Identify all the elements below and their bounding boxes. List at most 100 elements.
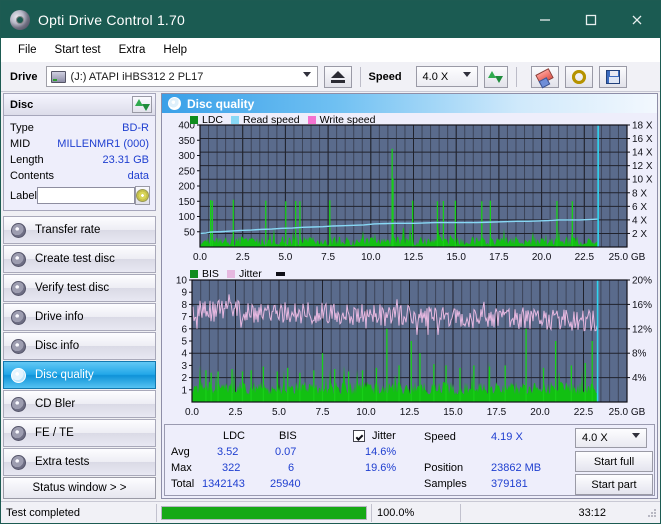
maximize-icon[interactable] <box>568 1 614 38</box>
legend-label-ldc: LDC <box>202 114 224 126</box>
svg-text:10.0: 10.0 <box>356 407 376 418</box>
stats-panel: LDC BIS Jitter Avg 3.52 0.07 14.6% Max 3… <box>164 424 655 496</box>
sidebar-item-verify-test-disc[interactable]: Verify test disc <box>3 274 156 302</box>
tools-button[interactable] <box>564 65 593 88</box>
svg-text:5: 5 <box>181 337 187 348</box>
svg-text:10 X: 10 X <box>632 175 653 186</box>
svg-text:7: 7 <box>181 312 187 323</box>
sidebar-item-label: Create test disc <box>35 253 115 265</box>
legend-swatch-jitter <box>226 270 235 278</box>
svg-text:2 X: 2 X <box>632 229 647 240</box>
stats-bis-max: 6 <box>288 462 295 474</box>
minimize-icon[interactable] <box>522 1 568 38</box>
svg-text:350: 350 <box>178 136 195 147</box>
disc-label-input[interactable] <box>36 187 135 204</box>
sidebar-item-disc-info[interactable]: Disc info <box>3 332 156 360</box>
chevron-down-icon <box>462 72 471 77</box>
svg-text:200: 200 <box>178 182 195 193</box>
sidebar-item-label: Disc info <box>35 340 80 352</box>
stats-position-value: 23862 MB <box>491 462 542 474</box>
disc-icon <box>168 97 181 110</box>
svg-text:5.0: 5.0 <box>278 252 292 263</box>
svg-text:4: 4 <box>181 349 187 360</box>
eject-bar <box>330 79 345 83</box>
svg-text:6 X: 6 X <box>632 202 647 213</box>
sidebar-item-cd-bler[interactable]: CD Bler <box>3 390 156 418</box>
sidebar-item-create-test-disc[interactable]: Create test disc <box>3 245 156 273</box>
jitter-checkbox[interactable] <box>353 430 365 442</box>
erase-button[interactable] <box>530 65 559 88</box>
legend-label-jitter: Jitter <box>238 268 262 280</box>
disc-value: 23.31 GB <box>102 154 149 166</box>
status-bar: Test completed 100.0% 33:12 <box>1 501 660 523</box>
stats-ldc-max: 322 <box>222 462 241 474</box>
sidebar-item-label: FE / TE <box>35 427 74 439</box>
start-part-button[interactable]: Start part <box>575 474 653 495</box>
svg-text:50: 50 <box>184 227 196 238</box>
app-disc-icon <box>10 9 30 30</box>
resize-grip[interactable] <box>647 508 657 518</box>
sidebar-item-extra-tests[interactable]: Extra tests <box>3 448 156 476</box>
svg-text:20.0: 20.0 <box>530 407 550 418</box>
sidebar-item-label: Drive info <box>35 311 84 323</box>
svg-text:16 X: 16 X <box>632 134 653 145</box>
svg-text:8%: 8% <box>632 349 647 360</box>
status-window-button[interactable]: Status window > > <box>3 477 156 499</box>
sidebar-item-disc-quality[interactable]: Disc quality <box>3 361 156 389</box>
stats-ldc-avg: 3.52 <box>217 446 239 458</box>
disc-icon <box>11 367 26 383</box>
chevron-down-icon <box>302 72 311 77</box>
svg-text:12.5: 12.5 <box>404 252 424 263</box>
close-icon[interactable] <box>614 1 660 38</box>
speed-select-value: 4.0 X <box>422 70 449 83</box>
disc-row-length: Length 23.31 GB <box>10 152 149 168</box>
refresh-speed-button[interactable] <box>483 65 508 88</box>
svg-text:25.0 GB: 25.0 GB <box>609 252 646 263</box>
disc-label-apply-button[interactable] <box>134 186 150 205</box>
disc-row-type: Type BD-R <box>10 120 149 136</box>
start-full-button[interactable]: Start full <box>575 451 653 472</box>
left-panel: Disc Type BD-R MID MILLENMR1 (000) Lengt… <box>3 93 156 499</box>
sidebar-item-drive-info[interactable]: Drive info <box>3 303 156 331</box>
svg-text:20.0: 20.0 <box>532 252 552 263</box>
progress-percent: 100.0% <box>377 506 415 519</box>
svg-text:3: 3 <box>181 361 187 372</box>
svg-text:16%: 16% <box>632 300 652 311</box>
disc-row-contents: Contents data <box>10 168 149 184</box>
disc-row-mid: MID MILLENMR1 (000) <box>10 136 149 152</box>
svg-text:18 X: 18 X <box>632 121 653 132</box>
floppy-save-icon <box>605 69 620 84</box>
svg-text:100: 100 <box>178 212 195 223</box>
drive-select[interactable]: (J:) ATAPI iHBS312 2 PL17 <box>45 66 318 87</box>
menu-item-start-test[interactable]: Start test <box>46 42 110 58</box>
svg-text:4 X: 4 X <box>632 215 647 226</box>
test-speed-select[interactable]: 4.0 X <box>575 428 647 448</box>
charts-area: LDC Read speed Write speed 50 100 150 200 25… <box>162 113 657 423</box>
stats-row-max-label: Max <box>171 462 192 474</box>
stats-jitter-max: 19.6% <box>365 462 397 474</box>
svg-text:15.0: 15.0 <box>443 407 463 418</box>
sidebar-item-transfer-rate[interactable]: Transfer rate <box>3 216 156 244</box>
sidebar-item-label: Disc quality <box>35 369 94 381</box>
menu-bar: File Start test Extra Help <box>1 38 660 62</box>
stats-speed-label: Speed <box>424 431 456 443</box>
legend-swatch-read-speed <box>231 116 240 124</box>
svg-text:0.0: 0.0 <box>185 407 199 418</box>
menu-item-help[interactable]: Help <box>154 42 196 58</box>
svg-text:22.5: 22.5 <box>574 407 594 418</box>
svg-text:4%: 4% <box>632 373 647 384</box>
stats-speed-value: 4.19 X <box>491 431 523 443</box>
eject-button[interactable] <box>323 65 352 88</box>
legend-swatch-write-speed <box>307 116 316 124</box>
stats-ldc-total: 1342143 <box>202 478 245 490</box>
legend-label-write-speed: Write speed <box>319 114 376 126</box>
chevron-down-icon <box>632 433 640 438</box>
menu-item-extra[interactable]: Extra <box>110 42 155 58</box>
disc-refresh-button[interactable] <box>132 96 152 113</box>
drive-label: Drive <box>10 70 38 83</box>
speed-select[interactable]: 4.0 X <box>415 66 478 87</box>
menu-item-file[interactable]: File <box>9 42 46 58</box>
sidebar-item-label: Transfer rate <box>35 224 101 236</box>
sidebar-item-fe-te[interactable]: FE / TE <box>3 419 156 447</box>
save-button[interactable] <box>598 65 627 88</box>
